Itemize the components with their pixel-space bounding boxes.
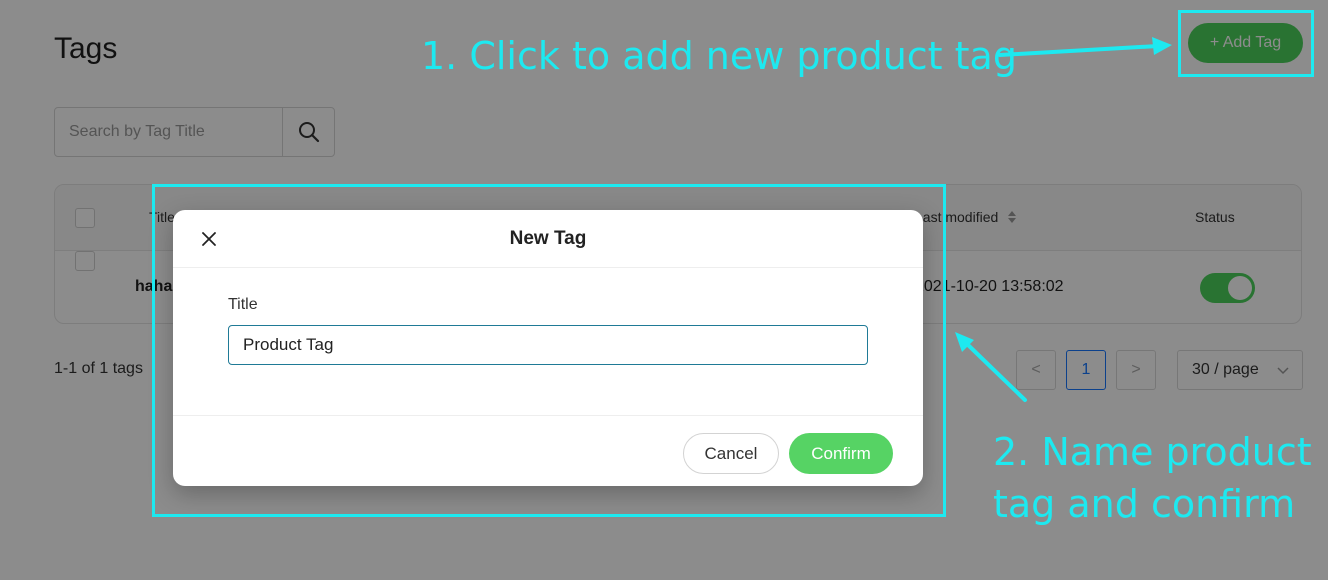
modal-title: New Tag — [509, 227, 587, 249]
new-tag-modal: New Tag Title Cancel Confirm — [173, 210, 923, 486]
modal-header: New Tag — [173, 210, 923, 268]
step-2-note-line-2: tag and confirm — [993, 482, 1296, 526]
title-label: Title — [228, 296, 258, 313]
confirm-button[interactable]: Confirm — [789, 433, 893, 474]
close-button[interactable] — [197, 227, 221, 251]
step-2-note-line-1: 2. Name product — [993, 430, 1312, 474]
tag-title-input[interactable] — [228, 325, 868, 365]
modal-body: Title — [173, 268, 923, 416]
step-1-note: 1. Click to add new product tag — [421, 34, 1017, 78]
cancel-button[interactable]: Cancel — [683, 433, 779, 474]
close-icon — [202, 232, 216, 246]
screen: Tags + Add Tag Title Last modified Statu… — [0, 0, 1328, 580]
